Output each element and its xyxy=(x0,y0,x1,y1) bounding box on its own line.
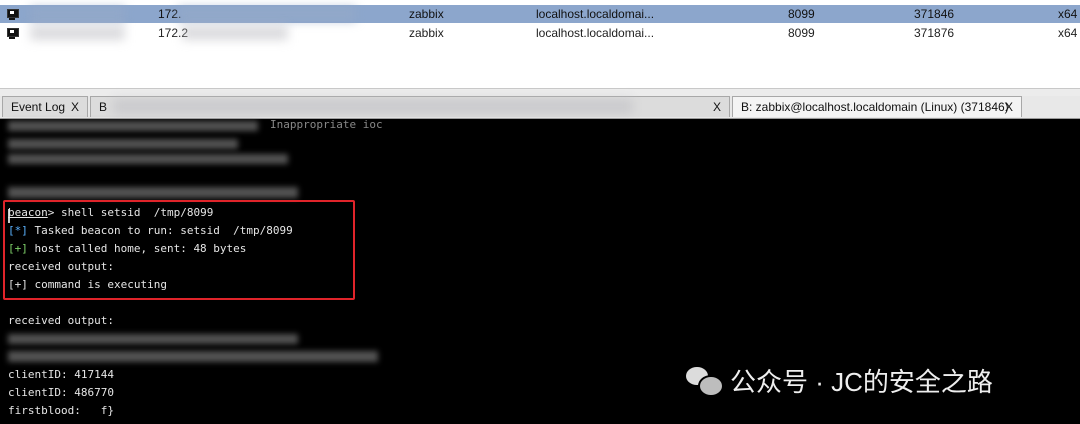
computer-icon xyxy=(6,27,19,39)
tab-label: B: zabbix@localhost.localdomain (Linux) … xyxy=(741,100,1009,114)
redacted-output xyxy=(8,334,298,344)
redacted-output xyxy=(8,187,298,198)
tab-beacon-redacted[interactable]: B X xyxy=(90,96,730,117)
close-icon[interactable]: X xyxy=(1005,97,1013,118)
sessions-table: 172. zabbix localhost.localdomai... 8099… xyxy=(0,0,1080,94)
user-cell: zabbix xyxy=(409,7,444,21)
tab-label: B xyxy=(99,100,108,114)
tab-beacon-active[interactable]: B: zabbix@localhost.localdomain (Linux) … xyxy=(732,96,1022,117)
console-client-line: clientID: 417144 xyxy=(8,368,114,381)
user-cell: zabbix xyxy=(409,26,444,40)
session-row[interactable]: 172. zabbix localhost.localdomai... 8099… xyxy=(0,5,1080,23)
watermark-text: 公众号 · JC的安全之路 xyxy=(730,366,993,397)
tab-event-log[interactable]: Event Log X xyxy=(2,96,88,117)
wechat-icon xyxy=(684,361,724,399)
console-firstblood-line: firstblood: f} xyxy=(8,404,114,417)
computer-cell: localhost.localdomai... xyxy=(536,26,655,40)
redacted-tab-title xyxy=(113,99,633,114)
process-cell: 8099 xyxy=(788,26,815,40)
pid-cell: 371846 xyxy=(914,7,955,21)
tab-label: Event Log xyxy=(11,100,66,114)
highlight-box xyxy=(3,200,355,300)
redacted-output xyxy=(8,121,258,131)
watermark: 公众号 · JC的安全之路 xyxy=(684,360,993,400)
redacted-output xyxy=(8,154,288,164)
redacted-external-ip xyxy=(30,26,125,40)
redacted-output xyxy=(8,139,238,149)
redacted-output xyxy=(8,351,378,362)
redacted-listener xyxy=(182,26,288,40)
pid-cell: 371876 xyxy=(914,26,955,40)
console-client-line: clientID: 486770 xyxy=(8,386,114,399)
session-row[interactable]: 172.2 zabbix localhost.localdomai... 809… xyxy=(0,24,1080,42)
process-cell: 8099 xyxy=(788,7,815,21)
console-received-line: received output: xyxy=(8,314,114,327)
redacted-external-ip xyxy=(30,7,125,21)
redacted-listener xyxy=(178,7,356,21)
console-partial-line: Inappropriate ioc xyxy=(270,118,383,131)
tab-bar: Event Log X B X B: zabbix@localhost.loca… xyxy=(0,96,1080,119)
close-icon[interactable]: X xyxy=(71,97,79,118)
computer-cell: localhost.localdomai... xyxy=(536,7,655,21)
arch-cell: x64 xyxy=(1058,7,1078,21)
close-icon[interactable]: X xyxy=(713,97,721,118)
arch-cell: x64 xyxy=(1058,26,1078,40)
computer-icon xyxy=(6,8,19,20)
